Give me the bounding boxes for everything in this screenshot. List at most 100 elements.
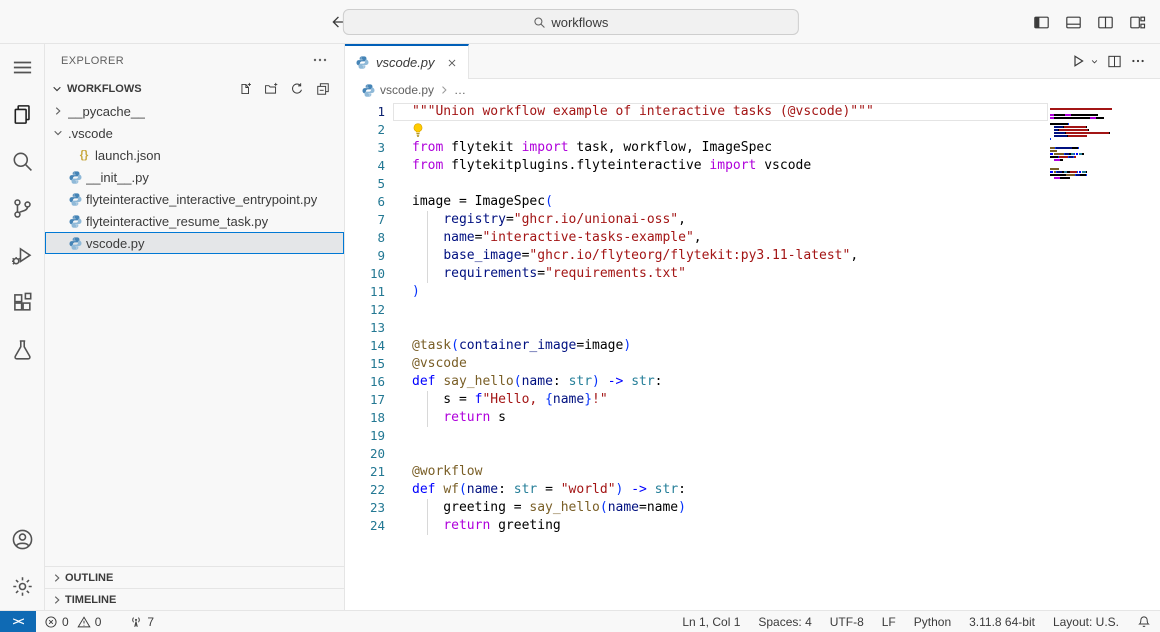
tab-bar: vscode.py [345, 44, 1160, 79]
ellipsis-icon[interactable] [1128, 50, 1148, 72]
layout-split-right-icon[interactable] [1094, 11, 1116, 33]
code-line-24[interactable]: 24 return greeting [345, 517, 1160, 535]
line-number: 15 [345, 355, 385, 373]
activitybar-account[interactable] [0, 516, 45, 563]
timeline-section[interactable]: TIMELINE [45, 588, 344, 610]
file-name: flyteinteractive_interactive_entrypoint.… [86, 192, 317, 207]
workspace-section-header[interactable]: WORKFLOWS [45, 78, 344, 100]
activitybar-extensions[interactable] [0, 279, 45, 326]
line-text: from flytekit import task, workflow, Ima… [385, 139, 1048, 157]
indent-guide [427, 517, 428, 535]
line-text [385, 301, 1048, 319]
line-text: greeting = say_hello(name=name) [385, 499, 1048, 517]
code-line-15[interactable]: 15@vscode [345, 355, 1160, 373]
line-number: 2 [345, 121, 385, 139]
code-line-9[interactable]: 9 base_image="ghcr.io/flyteorg/flytekit:… [345, 247, 1160, 265]
remote-indicator[interactable]: >< [0, 611, 36, 632]
tab-vscode-py[interactable]: vscode.py [345, 44, 469, 79]
line-text: name="interactive-tasks-example", [385, 229, 1048, 247]
status-item-1[interactable]: Spaces: 4 [749, 611, 820, 632]
layout-panel-icon[interactable] [1062, 11, 1084, 33]
code-editor[interactable]: 1"""Union workflow example of interactiv… [345, 101, 1160, 610]
error-icon [44, 615, 58, 629]
layout-sidebar-left-icon[interactable] [1030, 11, 1052, 33]
activitybar-source-control[interactable] [0, 185, 45, 232]
activitybar-settings[interactable] [0, 563, 45, 610]
code-line-18[interactable]: 18 return s [345, 409, 1160, 427]
indent-guide [427, 265, 428, 283]
activitybar-explorer[interactable] [0, 91, 45, 138]
file-name: vscode.py [86, 236, 145, 251]
run-icon[interactable] [1068, 50, 1088, 72]
code-line-13[interactable]: 13 [345, 319, 1160, 337]
line-text [385, 175, 1048, 193]
code-line-3[interactable]: 3from flytekit import task, workflow, Im… [345, 139, 1160, 157]
breadcrumb: vscode.py … [345, 79, 1160, 101]
minimap[interactable] [1050, 107, 1122, 179]
layout-customize-icon[interactable] [1126, 11, 1148, 33]
tree-item--pycache-[interactable]: __pycache__ [45, 100, 344, 122]
code-line-10[interactable]: 10 requirements="requirements.txt" [345, 265, 1160, 283]
activitybar-run-debug[interactable] [0, 232, 45, 279]
status-item-3[interactable]: LF [873, 611, 905, 632]
tree-item--vscode[interactable]: .vscode [45, 122, 344, 144]
problems-status[interactable]: 0 0 [36, 611, 109, 632]
status-item-4[interactable]: Python [905, 611, 960, 632]
activitybar-testing[interactable] [0, 326, 45, 373]
chevron-right-icon [49, 571, 65, 585]
breadcrumb-file[interactable]: vscode.py [380, 83, 434, 97]
activitybar-menu[interactable] [0, 44, 45, 91]
activitybar-search[interactable] [0, 138, 45, 185]
warning-count: 0 [95, 615, 102, 629]
code-line-8[interactable]: 8 name="interactive-tasks-example", [345, 229, 1160, 247]
code-line-7[interactable]: 7 registry="ghcr.io/unionai-oss", [345, 211, 1160, 229]
line-text: image = ImageSpec( [385, 193, 1048, 211]
tree-item-launch-json[interactable]: {}launch.json [45, 144, 344, 166]
status-item-6[interactable]: Layout: U.S. [1044, 611, 1128, 632]
search-value: workflows [551, 15, 608, 30]
code-line-14[interactable]: 14@task(container_image=image) [345, 337, 1160, 355]
code-line-21[interactable]: 21@workflow [345, 463, 1160, 481]
status-item-2[interactable]: UTF-8 [821, 611, 873, 632]
code-line-4[interactable]: 4from flytekitplugins.flyteinteractive i… [345, 157, 1160, 175]
breadcrumb-symbol[interactable]: … [454, 83, 466, 97]
command-center-search[interactable]: workflows [343, 9, 799, 35]
code-line-22[interactable]: 22def wf(name: str = "world") -> str: [345, 481, 1160, 499]
code-line-11[interactable]: 11) [345, 283, 1160, 301]
code-line-16[interactable]: 16def say_hello(name: str) -> str: [345, 373, 1160, 391]
line-text: @task(container_image=image) [385, 337, 1048, 355]
line-number: 12 [345, 301, 385, 319]
split-editor-icon[interactable] [1104, 50, 1124, 72]
file-name: __pycache__ [68, 104, 145, 119]
code-line-5[interactable]: 5 [345, 175, 1160, 193]
radio-tower-icon [129, 615, 143, 629]
timeline-label: TIMELINE [65, 594, 116, 606]
notifications-bell-icon[interactable] [1128, 611, 1160, 632]
status-item-0[interactable]: Ln 1, Col 1 [673, 611, 749, 632]
new-file-icon[interactable] [236, 80, 254, 98]
tree-item-vscode-py[interactable]: vscode.py [45, 232, 344, 254]
line-text: s = f"Hello, {name}!" [385, 391, 1048, 409]
outline-section[interactable]: OUTLINE [45, 566, 344, 588]
tree-item-flyteinteractive-interactive-entrypoint-py[interactable]: flyteinteractive_interactive_entrypoint.… [45, 188, 344, 210]
line-number: 14 [345, 337, 385, 355]
close-tab-icon[interactable] [444, 55, 460, 71]
collapse-all-icon[interactable] [314, 80, 332, 98]
new-folder-icon[interactable] [262, 80, 280, 98]
code-line-6[interactable]: 6image = ImageSpec( [345, 193, 1160, 211]
code-line-23[interactable]: 23 greeting = say_hello(name=name) [345, 499, 1160, 517]
ports-status[interactable]: 7 [121, 611, 162, 632]
code-line-2[interactable]: 2 [345, 121, 1160, 139]
tree-item--init-py[interactable]: __init__.py [45, 166, 344, 188]
chevron-down-sm-icon[interactable] [1088, 50, 1100, 72]
refresh-icon[interactable] [288, 80, 306, 98]
code-line-12[interactable]: 12 [345, 301, 1160, 319]
tree-item-flyteinteractive-resume-task-py[interactable]: flyteinteractive_resume_task.py [45, 210, 344, 232]
code-line-17[interactable]: 17 s = f"Hello, {name}!" [345, 391, 1160, 409]
code-line-20[interactable]: 20 [345, 445, 1160, 463]
error-count: 0 [62, 615, 69, 629]
code-line-1[interactable]: 1"""Union workflow example of interactiv… [345, 103, 1160, 121]
code-line-19[interactable]: 19 [345, 427, 1160, 445]
more-actions-icon[interactable] [312, 52, 328, 71]
status-item-5[interactable]: 3.11.8 64-bit [960, 611, 1044, 632]
